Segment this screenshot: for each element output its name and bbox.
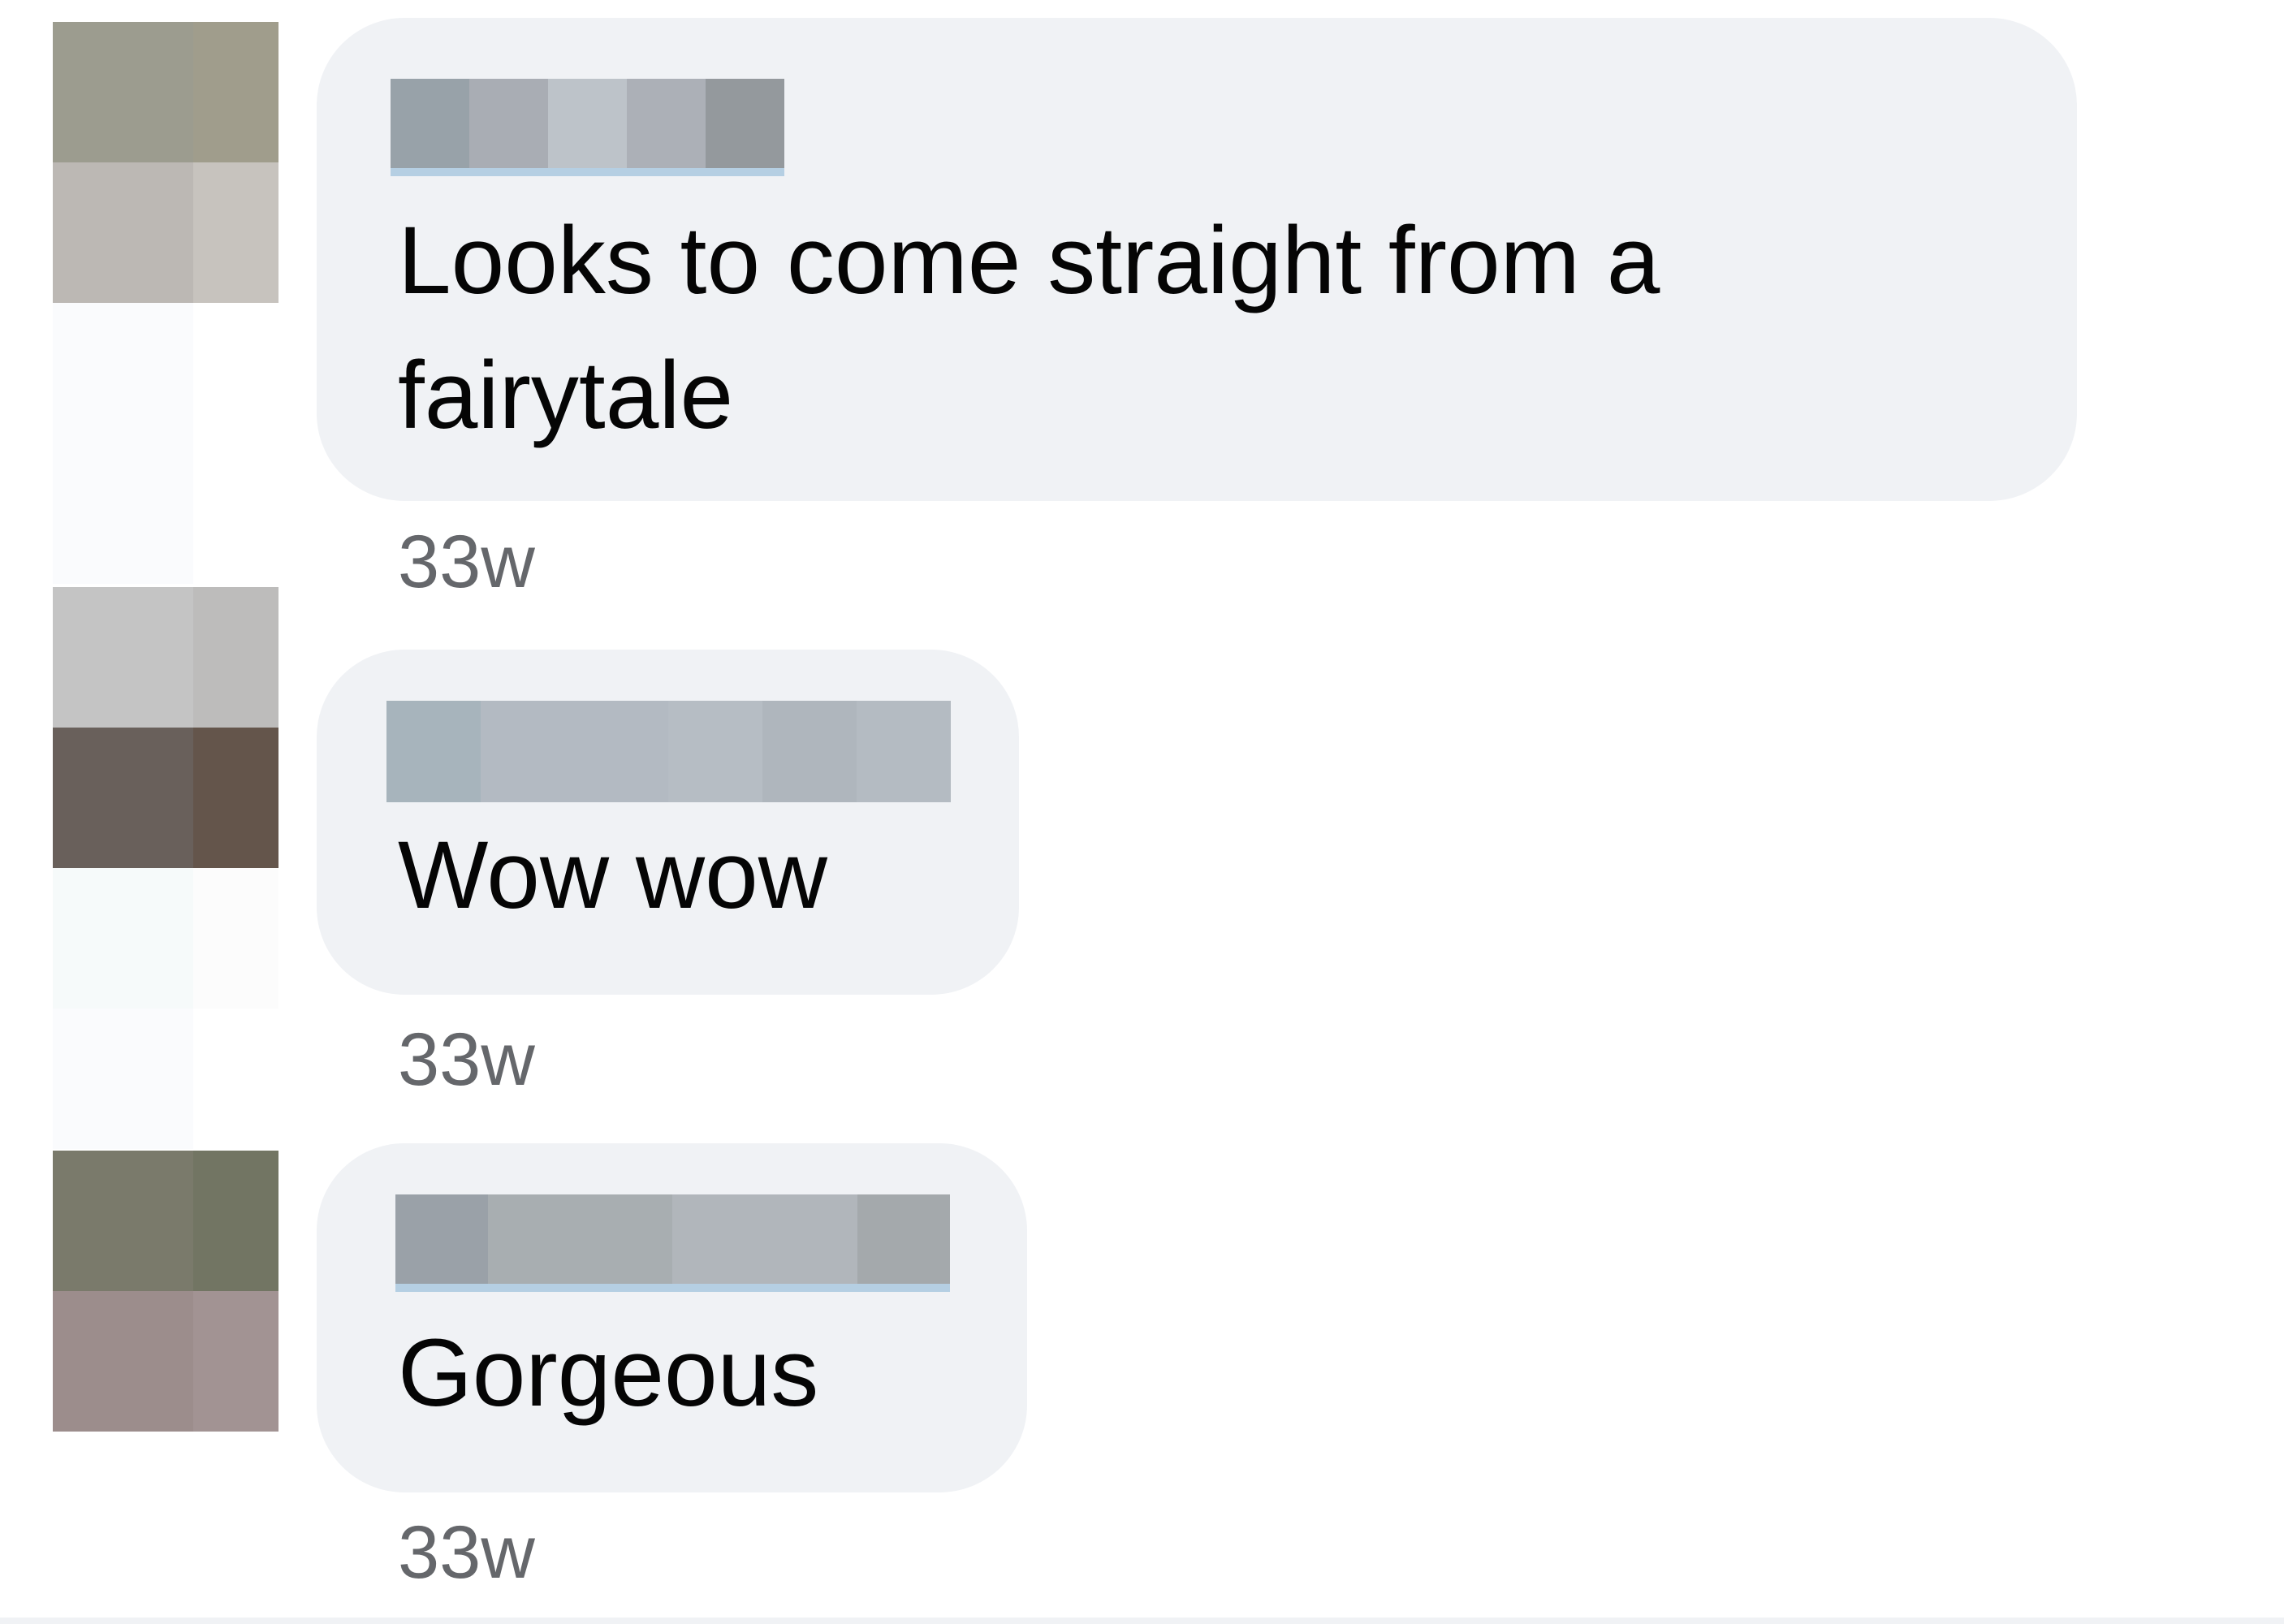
avatar-pixel — [53, 303, 193, 443]
avatar-pixel — [193, 443, 278, 584]
avatar-pixel — [193, 1291, 278, 1432]
author-name-redaction-block — [580, 1194, 673, 1284]
comment-text: Gorgeous — [398, 1320, 819, 1427]
avatar-pixel — [53, 22, 193, 162]
comment-timestamp[interactable]: 33w — [398, 521, 535, 603]
author-name-redaction-block — [395, 1194, 488, 1284]
author-name-redaction-block — [857, 701, 951, 802]
avatar-pixel — [53, 1291, 193, 1432]
author-name-redaction-block — [672, 1194, 766, 1284]
divider — [0, 1618, 2284, 1624]
comment-timestamp[interactable]: 33w — [398, 1512, 535, 1593]
comment-timestamp[interactable]: 33w — [398, 1019, 535, 1100]
comment-text: Wow wow — [398, 822, 827, 929]
avatar[interactable] — [53, 587, 278, 1149]
avatar-pixel — [193, 868, 278, 1009]
avatar-pixel — [53, 443, 193, 584]
author-name-redaction-block — [480, 701, 575, 802]
avatar[interactable] — [53, 1151, 278, 1432]
author-name-redaction-block — [386, 701, 481, 802]
avatar-pixel — [193, 303, 278, 443]
avatar-pixel — [193, 22, 278, 162]
author-name-redacted[interactable] — [386, 701, 951, 802]
avatar-pixel — [53, 868, 193, 1009]
avatar-pixel — [53, 587, 193, 728]
author-name-redaction-block — [762, 701, 857, 802]
author-name-redacted[interactable] — [391, 79, 784, 176]
avatar-pixel — [193, 162, 278, 303]
author-name-redaction-block — [765, 1194, 858, 1284]
author-name-redaction-block — [668, 701, 763, 802]
avatar[interactable] — [53, 22, 278, 584]
author-name-redaction-block — [548, 79, 627, 168]
author-name-redaction-block — [706, 79, 784, 168]
avatar-pixel — [193, 728, 278, 868]
avatar-pixel — [53, 1151, 193, 1291]
comment-bubble: Gorgeous — [317, 1143, 1027, 1492]
author-name-redaction-block — [574, 701, 669, 802]
author-name-redaction-block — [391, 79, 469, 168]
author-name-redacted[interactable] — [395, 1194, 950, 1292]
comment-bubble: Wow wow — [317, 650, 1019, 995]
avatar-pixel — [193, 1151, 278, 1291]
author-name-redaction-block — [469, 79, 548, 168]
avatar-pixel — [193, 587, 278, 728]
author-name-redaction-block — [857, 1194, 950, 1284]
comment-text: Looks to come straight from a fairytale — [398, 207, 1660, 449]
author-name-redaction-block — [627, 79, 706, 168]
avatar-pixel — [53, 1009, 193, 1149]
avatar-pixel — [53, 162, 193, 303]
comment-bubble: Looks to come straight from a fairytale — [317, 18, 2077, 501]
avatar-pixel — [193, 1009, 278, 1149]
avatar-pixel — [53, 728, 193, 868]
author-name-redaction-block — [487, 1194, 581, 1284]
